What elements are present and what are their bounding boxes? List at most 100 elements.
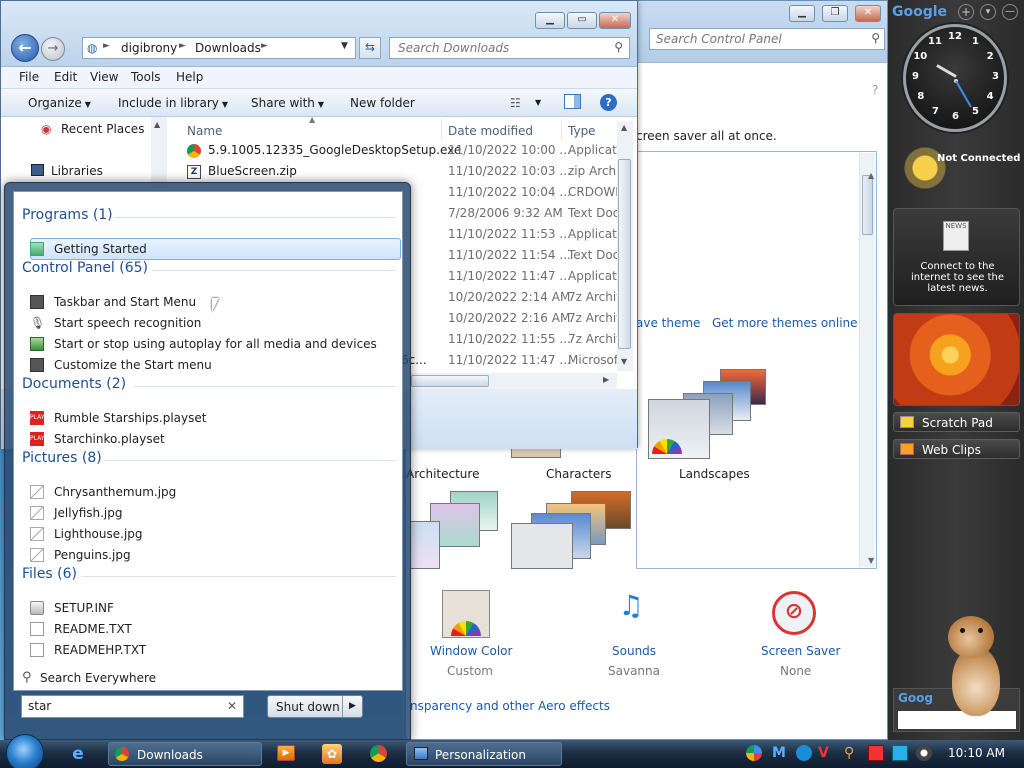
column-name[interactable]: Name bbox=[187, 124, 222, 138]
share-with-button[interactable]: Share with ▼ bbox=[251, 96, 324, 110]
flag-tray-icon[interactable] bbox=[868, 745, 884, 761]
hamster-mascot[interactable] bbox=[940, 616, 1010, 722]
landscapes-theme-thumbnail[interactable] bbox=[648, 369, 768, 461]
taskbar-personalization-button[interactable]: Personalization bbox=[406, 742, 562, 766]
sounds-icon[interactable]: ♫ bbox=[606, 589, 656, 637]
help-icon[interactable]: ? bbox=[600, 94, 617, 111]
menu-help[interactable]: Help bbox=[176, 70, 203, 84]
theme-gallery-scrollbar[interactable] bbox=[859, 153, 875, 567]
address-dropdown-icon[interactable]: ▼ bbox=[341, 41, 348, 51]
window-color-link[interactable]: Window Color bbox=[430, 644, 512, 658]
address-bar[interactable]: ◍ ► digibrony ► Downloads ► ▼ bbox=[82, 37, 356, 59]
nav-scrollbar[interactable]: ▲ bbox=[151, 117, 167, 187]
include-in-library-button[interactable]: Include in library ▼ bbox=[118, 96, 228, 110]
breadcrumb-digibrony[interactable]: digibrony bbox=[121, 41, 177, 55]
menu-file[interactable]: File bbox=[19, 70, 39, 84]
windows-orb-icon[interactable] bbox=[6, 734, 44, 768]
sounds-link[interactable]: Sounds bbox=[612, 644, 656, 658]
breadcrumb-downloads[interactable]: Downloads bbox=[195, 41, 261, 55]
shutdown-options-arrow-icon[interactable]: ▶ bbox=[342, 696, 362, 717]
menu-view[interactable]: View bbox=[90, 70, 118, 84]
scratch-pad-gadget[interactable]: Scratch Pad bbox=[893, 412, 1020, 432]
scroll-up-icon[interactable]: ▲ bbox=[154, 120, 160, 129]
scroll-up-icon[interactable]: ▲ bbox=[868, 171, 874, 180]
google-desktop-tray-icon[interactable] bbox=[746, 745, 762, 761]
column-date-modified[interactable]: Date modified bbox=[448, 124, 533, 138]
views-icon[interactable]: ☷ bbox=[510, 96, 521, 110]
weather-status[interactable]: Not Connected bbox=[937, 153, 1020, 164]
organize-button[interactable]: Organize ▼ bbox=[28, 96, 91, 110]
analog-clock-gadget[interactable]: 12 1 2 3 4 5 6 7 8 9 10 11 bbox=[903, 24, 1007, 132]
messenger-tray-icon[interactable]: M bbox=[772, 745, 788, 761]
help-icon[interactable]: ? bbox=[872, 83, 878, 97]
clear-search-icon[interactable]: ✕ bbox=[227, 699, 237, 713]
file-row[interactable]: 5.9.1005.12335_GoogleDesktopSetup.exe 11/… bbox=[187, 141, 620, 162]
cp-search-input[interactable]: Search Control Panel ⚲ bbox=[649, 28, 885, 50]
scrollbar-thumb[interactable] bbox=[411, 375, 489, 387]
screen-saver-link[interactable]: Screen Saver bbox=[761, 644, 840, 658]
web-clips-gadget[interactable]: Web Clips bbox=[893, 439, 1020, 459]
maximize-button[interactable]: ▭ bbox=[567, 12, 597, 29]
cp-maximize-button[interactable]: ❐ bbox=[822, 5, 848, 22]
nav-libraries[interactable]: Libraries bbox=[51, 164, 103, 178]
nav-recent-places[interactable]: Recent Places bbox=[61, 122, 144, 136]
views-dropdown-icon[interactable]: ▼ bbox=[535, 98, 541, 107]
scenes-theme-thumbnail[interactable] bbox=[511, 491, 631, 569]
volume-tray-icon[interactable] bbox=[916, 745, 932, 761]
media-player-icon[interactable]: ▶ bbox=[277, 745, 295, 761]
window-color-icon[interactable] bbox=[442, 590, 490, 638]
file-list-horizontal-scrollbar[interactable]: ▶ bbox=[409, 373, 617, 389]
menu-edit[interactable]: Edit bbox=[54, 70, 77, 84]
column-type[interactable]: Type bbox=[568, 124, 596, 138]
display-tray-icon[interactable] bbox=[892, 745, 908, 761]
add-gadget-icon[interactable]: + bbox=[958, 4, 974, 20]
network-tray-icon[interactable] bbox=[796, 745, 812, 761]
scroll-down-icon[interactable]: ▼ bbox=[621, 357, 627, 366]
documents-heading[interactable]: Documents (2) bbox=[22, 376, 126, 392]
app-launcher-icon[interactable]: ✿ bbox=[322, 744, 342, 764]
minimize-button[interactable]: ▁ bbox=[535, 12, 565, 29]
start-search-input[interactable]: star ✕ bbox=[21, 695, 244, 718]
shut-down-button[interactable]: Shut down ▶ bbox=[267, 695, 363, 718]
internet-explorer-icon[interactable]: e bbox=[68, 744, 88, 764]
preview-pane-icon[interactable] bbox=[564, 94, 581, 109]
characters-theme-label[interactable]: Characters bbox=[546, 467, 612, 481]
close-button[interactable]: ✕ bbox=[599, 12, 631, 29]
scrollbar-thumb[interactable] bbox=[862, 175, 873, 235]
new-folder-button[interactable]: New folder bbox=[350, 96, 415, 110]
taskbar-downloads-button[interactable]: Downloads bbox=[108, 742, 262, 766]
explorer-search-input[interactable]: Search Downloads ⚲ bbox=[389, 37, 630, 59]
files-heading[interactable]: Files (6) bbox=[22, 566, 77, 582]
cp-close-button[interactable]: ✕ bbox=[855, 5, 881, 22]
scrollbar-thumb[interactable] bbox=[618, 159, 631, 349]
scroll-up-icon[interactable]: ▲ bbox=[621, 123, 627, 132]
get-more-themes-link[interactable]: Get more themes online bbox=[712, 316, 858, 330]
menu-tools[interactable]: Tools bbox=[131, 70, 161, 84]
taskbar-clock[interactable]: 10:10 AM bbox=[948, 746, 1005, 760]
column-divider[interactable] bbox=[441, 119, 442, 141]
cp-minimize-button[interactable]: ▁ bbox=[789, 5, 815, 22]
menu-icon[interactable]: ▾ bbox=[980, 4, 996, 20]
architecture-theme-label[interactable]: Architecture bbox=[406, 467, 479, 481]
pictures-heading[interactable]: Pictures (8) bbox=[22, 450, 102, 466]
landscapes-theme-label[interactable]: Landscapes bbox=[679, 467, 750, 481]
scroll-right-icon[interactable]: ▶ bbox=[603, 375, 609, 384]
chrome-icon[interactable] bbox=[370, 745, 387, 762]
photo-slideshow-gadget[interactable] bbox=[893, 313, 1020, 406]
back-button[interactable]: ← bbox=[11, 34, 39, 62]
refresh-button[interactable]: ⇆ bbox=[359, 37, 381, 59]
forward-button[interactable]: → bbox=[41, 37, 65, 61]
close-sidebar-icon[interactable]: — bbox=[1002, 4, 1018, 20]
search-tray-icon[interactable]: ⚲ bbox=[844, 745, 860, 761]
file-list-vertical-scrollbar[interactable]: ▲ ▼ bbox=[617, 121, 633, 371]
scroll-down-icon[interactable]: ▼ bbox=[868, 556, 874, 565]
column-divider[interactable] bbox=[561, 119, 562, 141]
antivirus-tray-icon[interactable]: V bbox=[818, 745, 834, 761]
control-panel-heading[interactable]: Control Panel (65) bbox=[22, 260, 148, 276]
save-theme-link[interactable]: ave theme bbox=[636, 316, 700, 330]
nature-theme-thumbnail[interactable] bbox=[410, 491, 500, 569]
file-row[interactable]: Z BlueScreen.zip 11/10/2022 10:03 ... zip A… bbox=[187, 162, 619, 183]
screen-saver-icon[interactable]: ⊘ bbox=[772, 591, 816, 635]
aero-effects-link[interactable]: nsparency and other Aero effects bbox=[410, 699, 610, 713]
news-gadget[interactable]: NEWS Connect to the internet to see the … bbox=[893, 208, 1020, 306]
